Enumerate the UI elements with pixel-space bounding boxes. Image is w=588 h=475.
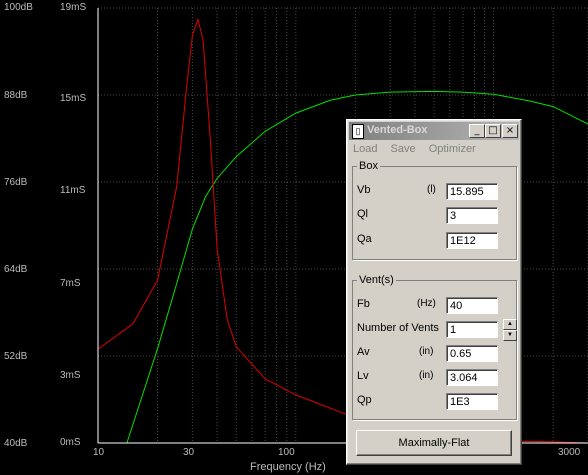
- fb-unit: (Hz): [417, 298, 436, 309]
- lv-field[interactable]: 3.064: [446, 369, 498, 386]
- box-group: Box Vb (l) 15.895 Ql 3 Qa 1E12: [352, 160, 517, 260]
- dialog-title: Vented-Box: [367, 124, 428, 136]
- vb-unit: (l): [427, 184, 436, 195]
- left-tick-label: 88dB: [4, 90, 28, 101]
- ql-label: Ql: [357, 208, 368, 220]
- close-button[interactable]: ×: [502, 124, 518, 138]
- left-tick-label: 40dB: [4, 438, 28, 449]
- vents-group: Vent(s) Fb (Hz) 40 Number of Vents 1 ▲ ▼…: [352, 274, 517, 420]
- x-tick-label: 3000: [558, 447, 581, 458]
- inner-tick-label: 3mS: [60, 370, 81, 381]
- maximize-button[interactable]: □: [485, 124, 501, 138]
- app-icon: ▯: [352, 124, 364, 139]
- menu-save[interactable]: Save: [391, 143, 416, 155]
- left-tick-label: 64dB: [4, 264, 28, 275]
- inner-tick-label: 19mS: [60, 2, 87, 13]
- inner-tick-label: 0mS: [60, 437, 81, 448]
- vented-box-dialog: ▯ Vented-Box _ □ × Load Save Optimizer B…: [346, 119, 522, 465]
- left-tick-label: 76dB: [4, 177, 28, 188]
- qp-field[interactable]: 1E3: [446, 393, 498, 410]
- spin-down-icon[interactable]: ▼: [503, 330, 517, 341]
- inner-tick-label: 15mS: [60, 93, 87, 104]
- left-tick-label: 100dB: [4, 2, 33, 13]
- inner-tick-label: 7mS: [60, 278, 81, 289]
- ql-field[interactable]: 3: [446, 207, 498, 224]
- number-of-vents-field[interactable]: 1: [446, 321, 498, 338]
- x-axis-title: Frequency (Hz): [250, 461, 326, 473]
- qp-label: Qp: [357, 394, 372, 406]
- spin-up-icon[interactable]: ▲: [503, 319, 517, 330]
- dialog-titlebar[interactable]: ▯ Vented-Box _ □ ×: [349, 122, 519, 140]
- qa-label: Qa: [357, 233, 372, 245]
- left-tick-label: 52dB: [4, 351, 28, 362]
- fb-label: Fb: [357, 298, 370, 310]
- av-unit: (in): [419, 346, 434, 357]
- lv-label: Lv: [357, 370, 369, 382]
- fb-field[interactable]: 40: [446, 297, 498, 314]
- vents-group-title: Vent(s): [357, 274, 396, 286]
- x-tick-label: 10: [93, 447, 105, 458]
- box-group-title: Box: [357, 160, 380, 172]
- x-tick-label: 30: [183, 447, 195, 458]
- av-label: Av: [357, 346, 370, 358]
- minimize-button[interactable]: _: [469, 124, 485, 138]
- av-field[interactable]: 0.65: [446, 345, 498, 362]
- maximally-flat-button[interactable]: Maximally-Flat: [356, 430, 512, 456]
- vb-field[interactable]: 15.895: [446, 183, 498, 200]
- menu-load[interactable]: Load: [353, 143, 377, 155]
- inner-tick-label: 11mS: [60, 185, 86, 196]
- dialog-menubar: Load Save Optimizer: [353, 143, 486, 155]
- vb-label: Vb: [357, 184, 371, 196]
- menu-optimizer[interactable]: Optimizer: [429, 143, 476, 155]
- lv-unit: (in): [419, 370, 434, 381]
- qa-field[interactable]: 1E12: [446, 232, 498, 249]
- number-of-vents-label: Number of Vents: [357, 322, 439, 334]
- x-tick-label: 100: [278, 447, 295, 458]
